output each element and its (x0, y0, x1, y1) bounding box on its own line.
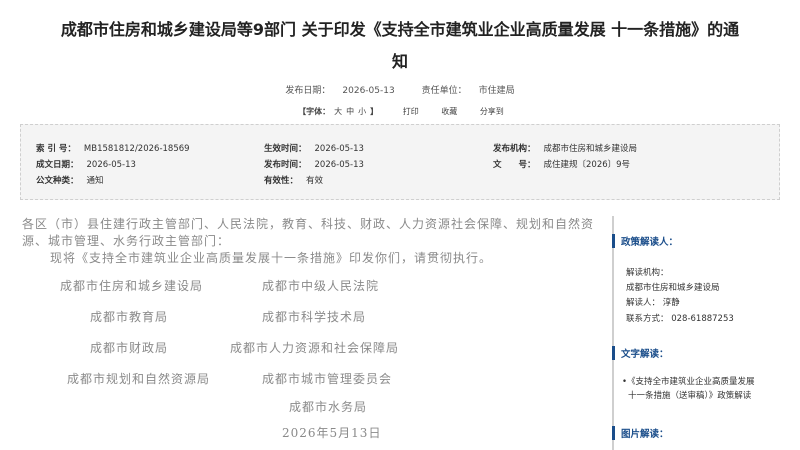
agency-value: 成都市住房和城乡建设局 (626, 283, 720, 293)
pub-date-label: 发布日期： (285, 86, 331, 96)
body-text: 现将《支持全市建筑业企业高质量发展十一条措施》印发你们，请贯彻执行。 (50, 251, 493, 265)
person-row: 解读人： 淳静 (626, 296, 680, 308)
publish-info: 发布日期： 2026-05-13 责任单位： 市住建局 (0, 83, 800, 96)
article-body: 各区（市）县住建行政主管部门、人民法院，教育、科技、财政、人力资源社会保障、规划… (22, 216, 597, 267)
agency-label: 解读机构： (626, 268, 669, 278)
text-link-line-2: 十一条措施（送审稿）》政策解读 (628, 391, 752, 401)
signing-org: 成都市科学技术局 (262, 310, 367, 324)
pub-date: 2026-05-13 (342, 86, 395, 96)
meta-published: 发布时间： 2026-05-13 (264, 160, 364, 170)
person-value: 淳静 (662, 298, 680, 308)
meta-issuer: 发布机构： 成都市住房和城乡建设局 (493, 144, 638, 154)
font-size-control: 【字体：大中小】 (296, 107, 383, 116)
print-button[interactable]: 打印 (403, 107, 419, 116)
person-label: 解读人： (626, 298, 661, 308)
article-toolbar: 【字体：大中小】 打印 收藏 分享到 (0, 106, 800, 117)
text-link-line-1: •《支持全市建筑业企业高质量发展 (622, 377, 755, 387)
meta-index-no: 索 引 号： MB1581812/2026-18569 (36, 144, 190, 154)
font-large-button[interactable]: 大 (334, 107, 342, 116)
text-interpretation-link[interactable]: •《支持全市建筑业企业高质量发展 十一条措施（送审稿）》政策解读 (622, 375, 755, 401)
contact-row: 联系方式： 028-61887253 (626, 312, 734, 324)
font-medium-button[interactable]: 中 (346, 107, 354, 116)
interpreter-header: 政策解读人： (612, 234, 678, 248)
font-small-button[interactable]: 小 (358, 107, 366, 116)
signing-org: 成都市规划和自然资源局 (67, 372, 211, 386)
signing-org: 成都市中级人民法院 (262, 279, 380, 293)
meta-category: 公文种类： 通知 (36, 176, 104, 186)
unit: 市住建局 (478, 86, 515, 96)
font-size-label: 【字体： (298, 107, 331, 116)
share-button[interactable]: 分享到 (480, 107, 504, 116)
contact-value: 028-61887253 (671, 314, 734, 324)
document-date: 2026年5月13日 (282, 426, 382, 440)
signing-org: 成都市财政局 (90, 341, 169, 355)
image-interpretation-header: 图片解读： (612, 426, 669, 440)
addressee-text: 各区（市）县住建行政主管部门、人民法院，教育、科技、财政、人力资源社会保障、规划… (22, 217, 595, 248)
signing-org: 成都市城市管理委员会 (262, 372, 393, 386)
title-line-2: 知 (391, 52, 408, 71)
title-line-1: 成都市住房和城乡建设局等9部门 关于印发《支持全市建筑业企业高质量发展 十一条措… (60, 20, 740, 39)
contact-label: 联系方式： (626, 314, 669, 324)
sidebar: 政策解读人： 解读机构： 成都市住房和城乡建设局 解读人： 淳静 联系方式： 0… (612, 216, 794, 450)
signing-org: 成都市人力资源和社会保障局 (230, 341, 400, 355)
page-title: 成都市住房和城乡建设局等9部门 关于印发《支持全市建筑业企业高质量发展 十一条措… (10, 14, 790, 78)
meta-validity: 有效性： 有效 (264, 176, 324, 186)
meta-docno: 文 号： 成住建规〔2026〕9号 (493, 160, 631, 170)
meta-created: 成文日期： 2026-05-13 (36, 160, 136, 170)
text-interpretation-header: 文字解读： (612, 346, 669, 360)
document-metadata-panel: 索 引 号： MB1581812/2026-18569 生效时间： 2026-05-… (20, 124, 780, 200)
signing-org: 成都市住房和城乡建设局 (60, 279, 204, 293)
signing-org: 成都市水务局 (289, 400, 368, 414)
font-size-end: 】 (370, 107, 379, 116)
favorite-button[interactable]: 收藏 (441, 107, 457, 116)
meta-effective: 生效时间： 2026-05-13 (264, 144, 364, 154)
signing-org: 成都市教育局 (90, 310, 169, 324)
unit-label: 责任单位： (421, 86, 467, 96)
